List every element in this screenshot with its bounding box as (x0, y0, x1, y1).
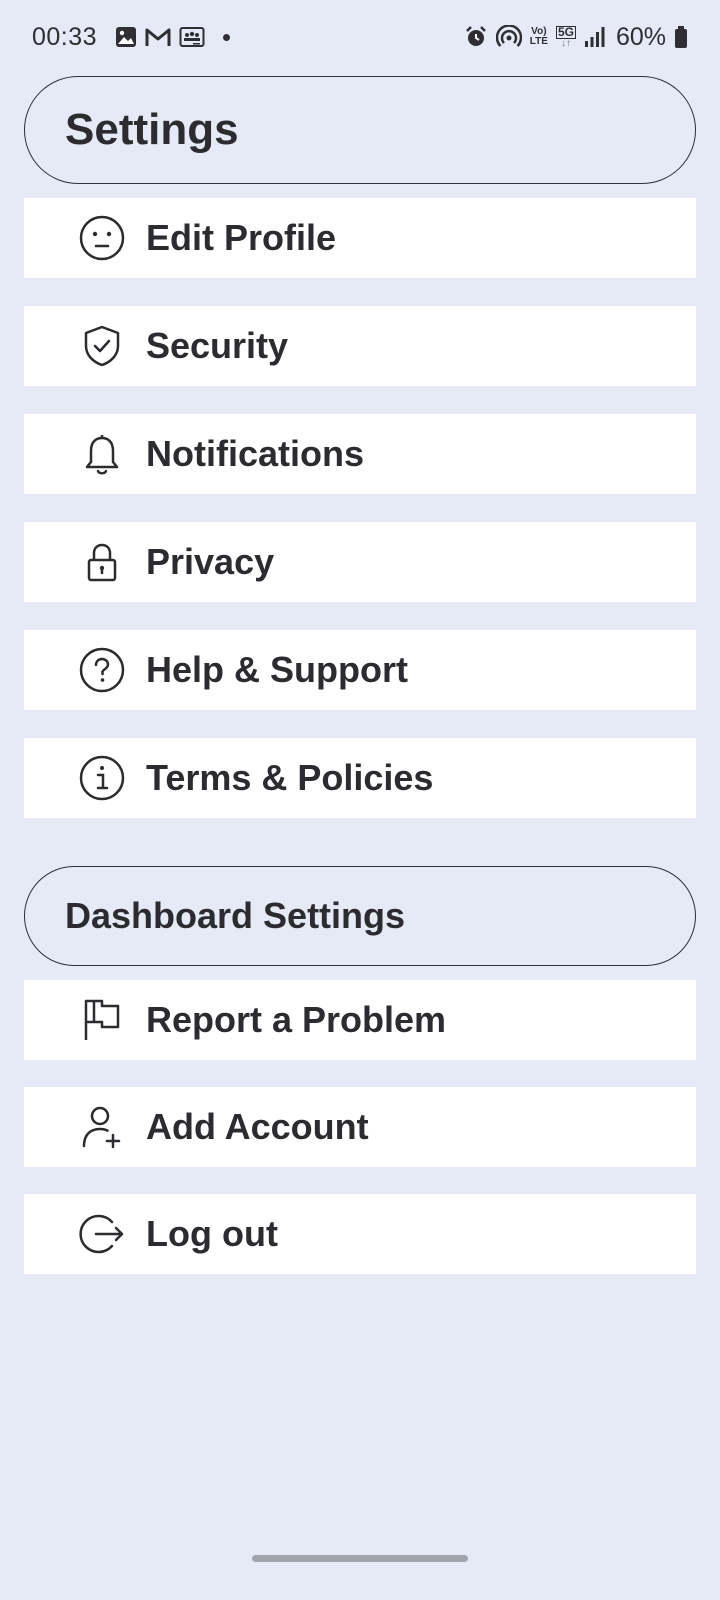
signal-icon (584, 26, 606, 48)
volte-bottom-text: LTE (529, 36, 548, 47)
add-account-label: Add Account (146, 1106, 369, 1147)
privacy-label: Privacy (146, 541, 275, 582)
battery-percent: 60% (615, 22, 666, 51)
hotspot-icon (495, 25, 522, 49)
status-right: Vo) LTE 5G ↓↑ 60% (464, 23, 688, 52)
status-time: 00:33 (32, 22, 98, 51)
notification-dot-icon (223, 33, 231, 41)
flag-icon (78, 996, 126, 1044)
network-type-icon: 5G ↓↑ (555, 24, 576, 49)
home-indicator[interactable] (252, 1555, 468, 1562)
notifications-button[interactable]: Notifications (24, 414, 696, 494)
help-support-button[interactable]: Help & Support (24, 630, 696, 710)
volte-icon: Vo) LTE (530, 27, 548, 47)
dashboard-settings-header: Dashboard Settings (24, 866, 696, 966)
shield-check-icon (78, 322, 126, 370)
log-out-label: Log out (146, 1213, 278, 1254)
notifications-label: Notifications (146, 433, 365, 474)
security-label: Security (146, 325, 289, 366)
lock-icon (78, 538, 126, 586)
help-support-label: Help & Support (146, 649, 408, 690)
report-problem-label: Report a Problem (146, 999, 447, 1040)
battery-icon (674, 26, 688, 48)
status-left: 00:33 (32, 22, 231, 52)
edit-profile-button[interactable]: Edit Profile (24, 198, 696, 278)
logout-icon (78, 1210, 126, 1258)
privacy-button[interactable]: Privacy (24, 522, 696, 602)
terms-policies-label: Terms & Policies (146, 757, 434, 798)
terms-policies-button[interactable]: Terms & Policies (24, 738, 696, 818)
data-arrows-icon: ↓↑ (560, 37, 571, 49)
status-bar: 00:33 Vo) LTE 5G ↓↑ 60% (0, 0, 720, 74)
report-problem-button[interactable]: Report a Problem (24, 980, 696, 1060)
dashboard-settings-title: Dashboard Settings (65, 895, 406, 936)
add-user-icon (78, 1103, 126, 1151)
bell-icon (78, 430, 126, 478)
page-title: Settings (65, 105, 239, 154)
settings-header: Settings (24, 76, 696, 184)
face-icon (78, 214, 126, 262)
add-account-button[interactable]: Add Account (24, 1087, 696, 1167)
alarm-icon (464, 25, 488, 49)
classroom-icon (179, 26, 205, 48)
edit-profile-label: Edit Profile (146, 217, 337, 258)
gmail-icon (145, 26, 171, 48)
log-out-button[interactable]: Log out (24, 1194, 696, 1274)
help-circle-icon (78, 646, 126, 694)
security-button[interactable]: Security (24, 306, 696, 386)
info-circle-icon (78, 754, 126, 802)
gallery-icon (115, 26, 137, 48)
network-type-text: 5G (555, 24, 576, 39)
